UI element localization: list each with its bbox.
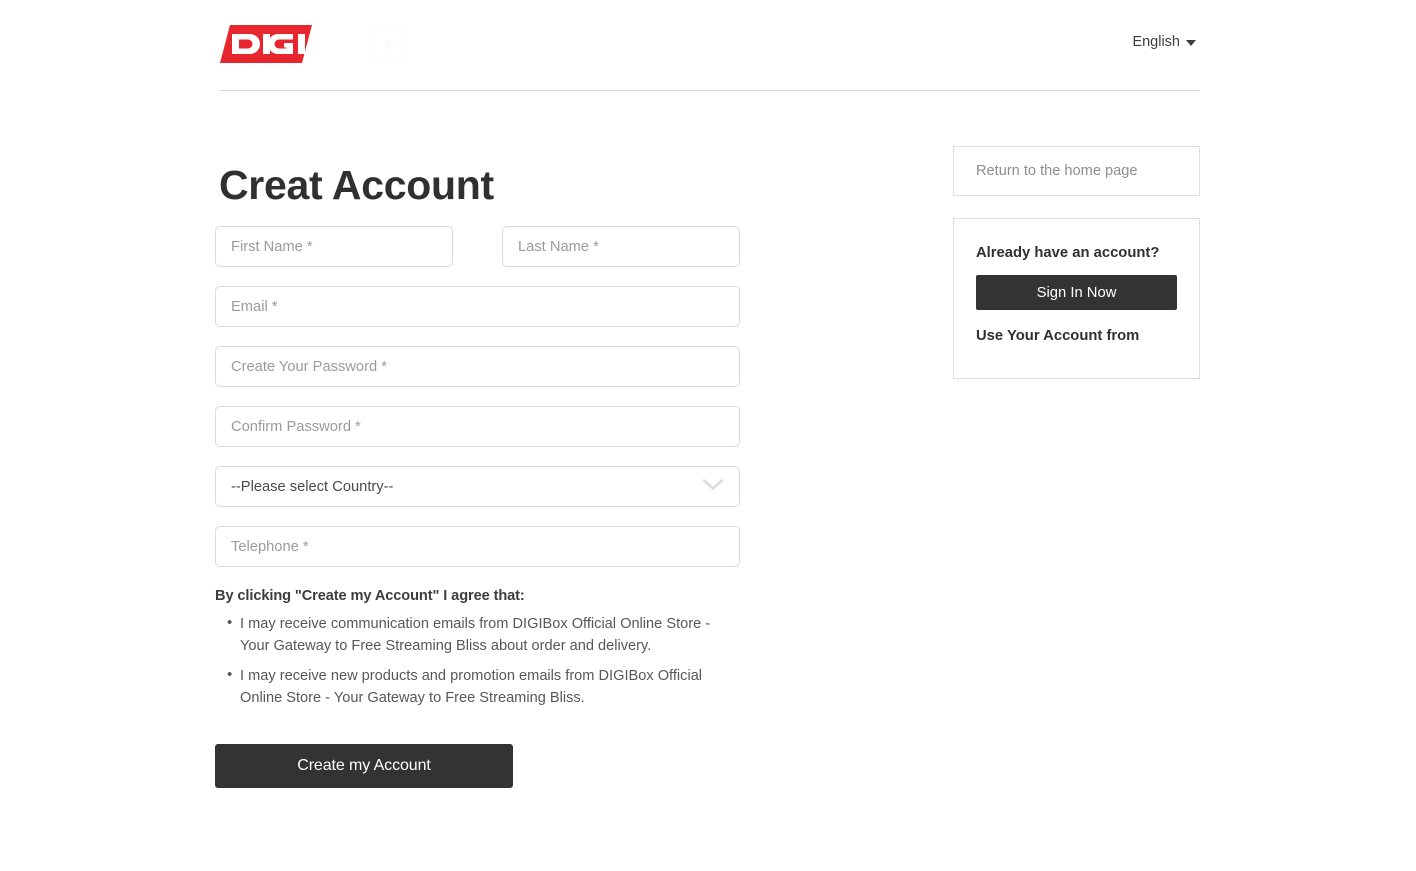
play-thumbnail-icon [370, 30, 408, 60]
create-account-button[interactable]: Create my Account [215, 744, 513, 788]
use-account-from-label: Use Your Account from [976, 328, 1140, 344]
password-input[interactable] [215, 346, 740, 387]
confirm-password-input[interactable] [215, 406, 740, 447]
language-label: English [1132, 34, 1180, 50]
signup-form: --Please select Country-- By clicking "C… [215, 226, 740, 788]
agreement-title: By clicking "Create my Account" I agree … [215, 588, 525, 604]
agreement-block: By clicking "Create my Account" I agree … [215, 588, 725, 709]
account-panel: Already have an account? Sign In Now Use… [953, 218, 1200, 379]
country-select-value: --Please select Country-- [231, 478, 394, 495]
site-header: English [220, 0, 1200, 90]
telephone-row [215, 526, 740, 567]
page-title: Creat Account [219, 162, 494, 209]
return-home-panel[interactable]: Return to the home page [953, 146, 1200, 196]
chevron-down-icon [702, 477, 724, 496]
sidebar: Return to the home page Already have an … [953, 146, 1200, 379]
list-item: I may receive communication emails from … [215, 612, 725, 657]
telephone-input[interactable] [215, 526, 740, 567]
header-divider [220, 90, 1200, 91]
digi-logo[interactable] [220, 25, 312, 63]
last-name-input[interactable] [502, 226, 740, 267]
name-row [215, 226, 740, 267]
language-selector[interactable]: English [1128, 32, 1200, 52]
list-item: I may receive new products and promotion… [215, 664, 725, 709]
country-select-wrapper: --Please select Country-- [215, 466, 740, 507]
sign-in-button[interactable]: Sign In Now [976, 275, 1177, 310]
play-triangle-icon [386, 40, 394, 50]
confirm-password-row [215, 406, 740, 447]
password-row [215, 346, 740, 387]
agreement-list: I may receive communication emails from … [215, 612, 725, 709]
return-home-label: Return to the home page [976, 163, 1138, 179]
country-select[interactable]: --Please select Country-- [215, 466, 740, 507]
email-input[interactable] [215, 286, 740, 327]
chevron-down-icon [1186, 40, 1196, 46]
first-name-input[interactable] [215, 226, 453, 267]
email-row [215, 286, 740, 327]
already-account-label: Already have an account? [976, 245, 1160, 261]
